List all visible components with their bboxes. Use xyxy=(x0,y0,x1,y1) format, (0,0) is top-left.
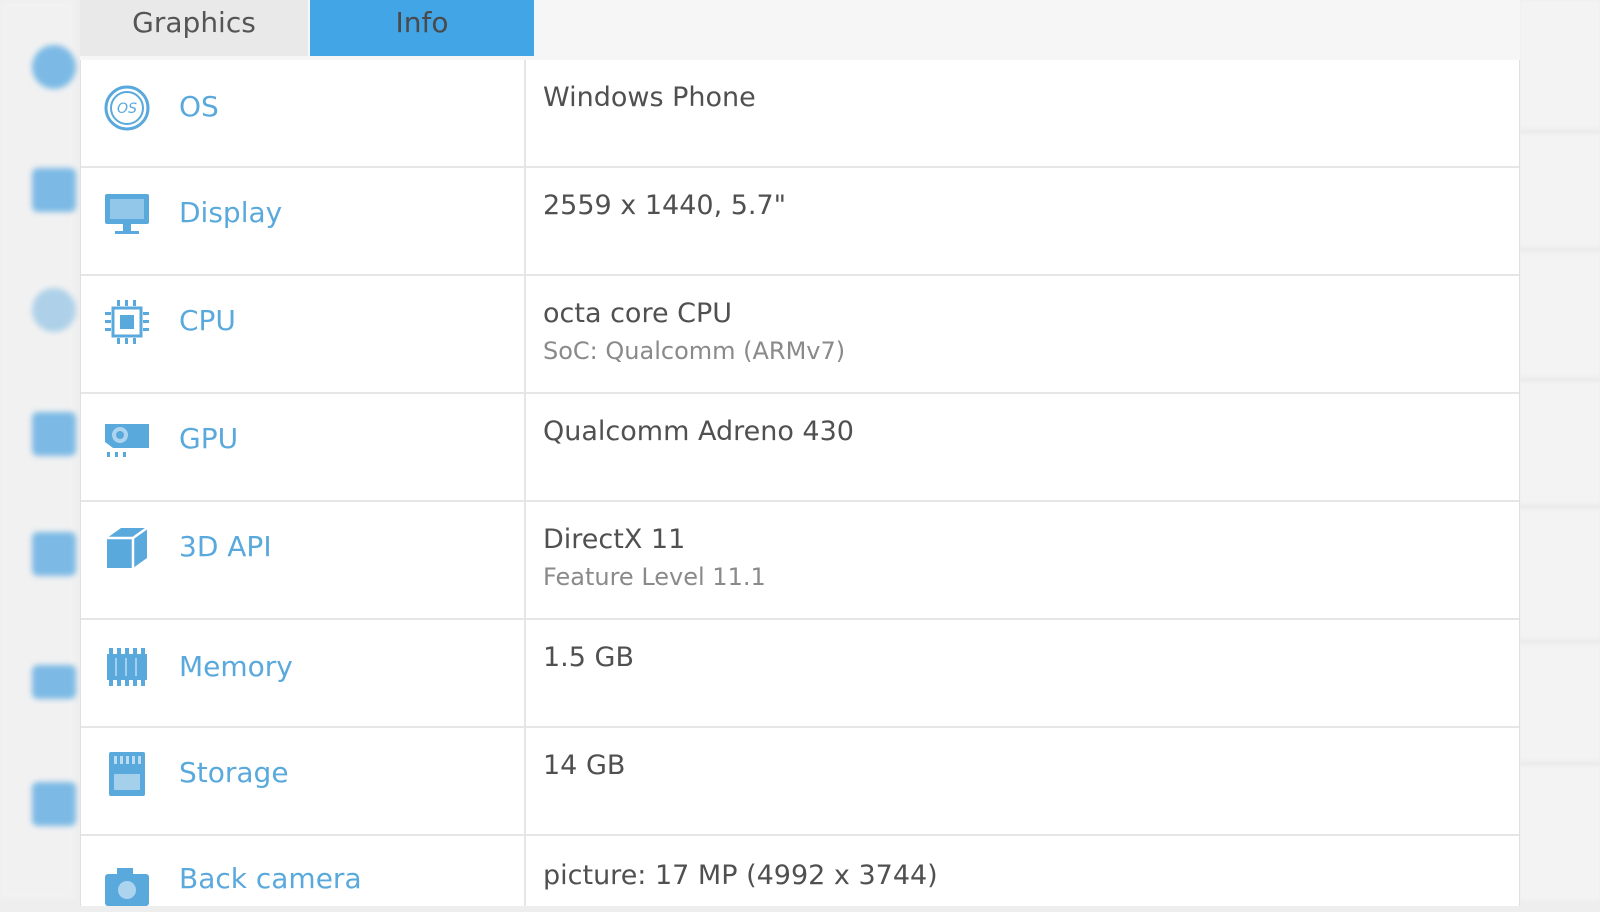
row-value: picture: 17 MP (4992 x 3744) xyxy=(543,860,938,891)
device-info-panel: Graphics Info OS OS Windows Phone Displa… xyxy=(80,0,1520,906)
tab-graphics[interactable]: Graphics xyxy=(80,0,308,56)
row-subvalue: Feature Level 11.1 xyxy=(543,563,766,591)
os-icon: OS xyxy=(104,85,150,131)
blurred-icon xyxy=(32,782,76,826)
blurred-icon xyxy=(32,288,76,332)
info-table: OS OS Windows Phone Display 2559 x 1440,… xyxy=(80,60,1520,906)
table-row-storage: Storage 14 GB xyxy=(81,728,1519,836)
row-label: 3D API xyxy=(179,530,272,563)
display-icon xyxy=(105,194,149,234)
camera-icon xyxy=(105,868,149,906)
blurred-icon xyxy=(32,168,76,212)
row-label: OS xyxy=(179,90,219,123)
blurred-icon xyxy=(32,665,76,699)
tab-bar: Graphics Info xyxy=(80,0,1520,56)
row-value: DirectX 11 xyxy=(543,524,686,555)
tab-info[interactable]: Info xyxy=(310,0,534,56)
3d-api-icon xyxy=(107,526,148,568)
row-value: 2559 x 1440, 5.7" xyxy=(543,190,787,221)
table-row-back-camera: Back camera picture: 17 MP (4992 x 3744) xyxy=(81,836,1519,906)
row-label: Display xyxy=(179,196,283,229)
table-row-gpu: GPU Qualcomm Adreno 430 xyxy=(81,394,1519,502)
table-row-display: Display 2559 x 1440, 5.7" xyxy=(81,168,1519,276)
gpu-icon xyxy=(105,424,149,457)
row-value: Windows Phone xyxy=(543,82,756,113)
row-subvalue: SoC: Qualcomm (ARMv7) xyxy=(543,337,846,365)
row-value: Qualcomm Adreno 430 xyxy=(543,416,854,447)
table-row-cpu: CPU octa core CPU SoC: Qualcomm (ARMv7) xyxy=(81,276,1519,394)
background-sidebar xyxy=(0,0,76,900)
storage-icon xyxy=(109,752,145,796)
row-label: GPU xyxy=(179,422,239,455)
table-row-os: OS OS Windows Phone xyxy=(81,60,1519,168)
background-right xyxy=(1520,0,1600,900)
blurred-icon xyxy=(32,412,76,456)
cpu-icon xyxy=(105,300,149,344)
row-label: Storage xyxy=(179,756,289,789)
memory-icon xyxy=(107,648,147,686)
svg-text:OS: OS xyxy=(117,101,137,117)
row-label: Back camera xyxy=(179,862,362,895)
blurred-icon xyxy=(32,532,76,576)
row-value: 14 GB xyxy=(543,750,626,781)
table-row-3d-api: 3D API DirectX 11 Feature Level 11.1 xyxy=(81,502,1519,620)
row-label: CPU xyxy=(179,304,236,337)
blurred-icon xyxy=(32,45,76,89)
row-value: octa core CPU xyxy=(543,298,733,329)
row-value: 1.5 GB xyxy=(543,642,634,673)
table-row-memory: Memory 1.5 GB xyxy=(81,620,1519,728)
row-label: Memory xyxy=(179,650,293,683)
